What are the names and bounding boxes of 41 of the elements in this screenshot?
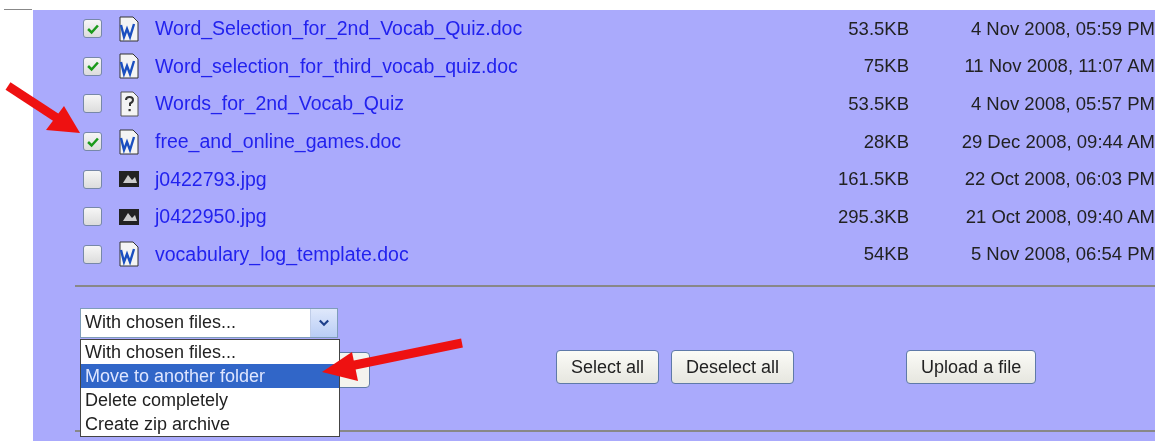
file-date: 4 Nov 2008, 05:59 PM xyxy=(969,17,1155,40)
checkbox[interactable] xyxy=(83,132,102,152)
file-date: 4 Nov 2008, 05:57 PM xyxy=(969,93,1155,115)
file-date: 5 Nov 2008, 06:54 PM xyxy=(969,243,1155,266)
dropdown-option[interactable]: Delete completely xyxy=(81,388,339,413)
document-icon xyxy=(117,15,141,42)
file-date: 11 Nov 2008, 11:07 AM xyxy=(963,55,1155,78)
file-size: 53.5KB xyxy=(848,17,909,40)
file-size: 161.5KB xyxy=(838,168,909,191)
dropdown-option[interactable]: With chosen files... xyxy=(81,340,339,365)
upload-button[interactable]: Upload a file xyxy=(906,350,1037,385)
action-button[interactable]: Select all xyxy=(556,350,660,385)
file-size: 75KB xyxy=(863,55,909,78)
file-size: 53.5KB xyxy=(848,93,909,115)
checkbox[interactable] xyxy=(83,94,102,114)
checkbox[interactable] xyxy=(83,207,102,227)
file-link[interactable]: vocabulary_log_template.doc xyxy=(155,242,864,266)
unknown-file-icon xyxy=(117,91,141,117)
file-link[interactable]: j0422950.jpg xyxy=(155,205,838,229)
document-icon xyxy=(117,241,141,268)
document-icon xyxy=(117,53,141,80)
file-size: 54KB xyxy=(863,243,909,266)
file-date: 29 Dec 2008, 09:44 AM xyxy=(960,130,1155,153)
dropdown-option[interactable]: Move to another folder xyxy=(81,364,339,389)
file-size: 28KB xyxy=(863,130,909,153)
file-date: 21 Oct 2008, 09:40 AM xyxy=(964,205,1155,228)
file-link[interactable]: j0422793.jpg xyxy=(155,167,838,191)
file-size: 295.3KB xyxy=(838,205,909,228)
checkbox[interactable] xyxy=(83,169,102,189)
document-icon xyxy=(117,128,141,155)
action-dropdown[interactable]: With chosen files... xyxy=(80,308,338,339)
file-link[interactable]: Word_Selection_for_2nd_Vocab_Quiz.doc xyxy=(155,17,849,41)
checkbox[interactable] xyxy=(83,244,102,264)
checkbox[interactable] xyxy=(83,19,102,39)
file-link[interactable]: Word_selection_for_third_vocab_quiz.doc xyxy=(155,54,864,78)
file-link[interactable]: Words_for_2nd_Vocab_Quiz xyxy=(155,92,849,116)
checkbox[interactable] xyxy=(83,56,102,76)
file-link[interactable]: free_and_online_games.doc xyxy=(155,130,864,154)
file-date: 22 Oct 2008, 06:03 PM xyxy=(963,168,1155,191)
action-button[interactable]: Deselect all xyxy=(671,350,795,385)
dropdown-option[interactable]: Create zip archive xyxy=(81,412,339,437)
